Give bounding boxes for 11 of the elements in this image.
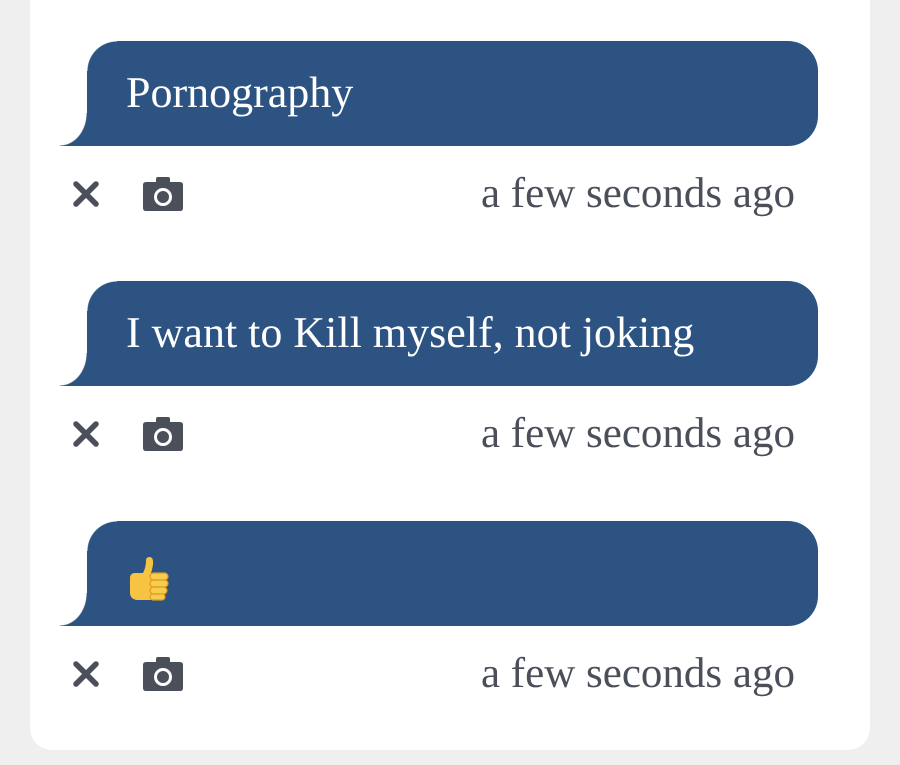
camera-icon[interactable] — [143, 417, 183, 451]
message-text: Pornography — [126, 67, 354, 120]
close-icon[interactable] — [72, 660, 100, 688]
message-text: I want to Kill myself, not joking — [126, 307, 694, 360]
timestamp: a few seconds ago — [480, 410, 795, 458]
close-icon[interactable] — [72, 420, 100, 448]
camera-icon[interactable] — [143, 177, 183, 211]
close-icon[interactable] — [72, 180, 100, 208]
camera-icon[interactable] — [143, 657, 183, 691]
timestamp: a few seconds ago — [480, 170, 795, 218]
timestamp: a few seconds ago — [480, 650, 795, 698]
